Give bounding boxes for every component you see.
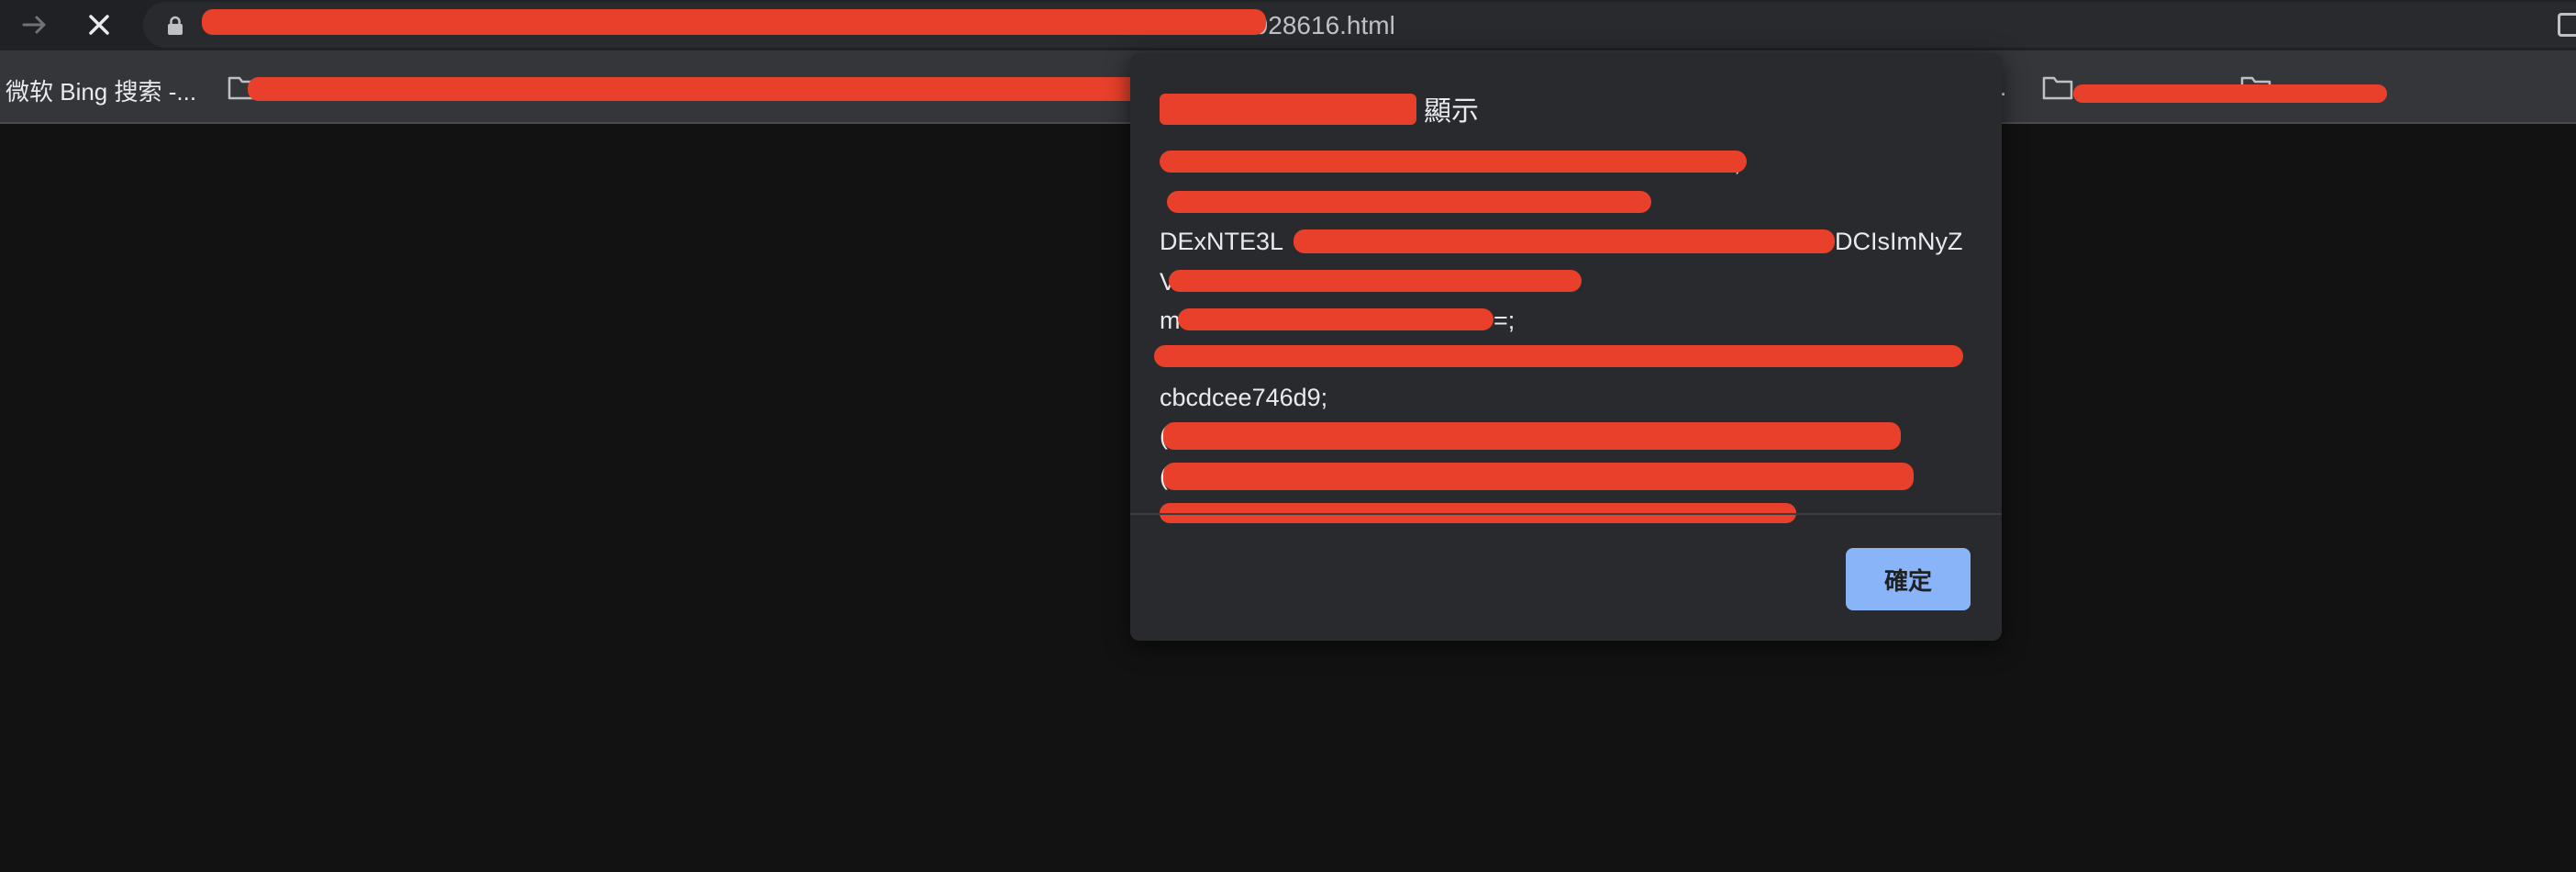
message-redaction	[1178, 308, 1493, 330]
url-redaction	[202, 9, 1266, 35]
dialog-title: 顯示	[1424, 96, 1479, 127]
message-redaction	[1294, 229, 1835, 253]
message-line: DExNTE3L	[1160, 228, 1284, 255]
dialog-divider	[1130, 513, 2002, 515]
stop-loading-icon[interactable]	[83, 8, 116, 41]
message-line: cbcdcee746d9;	[1160, 384, 1328, 411]
extension-icon[interactable]	[2558, 13, 2576, 37]
bookmark-bing[interactable]: 微软 Bing 搜索 -...	[6, 73, 196, 107]
lock-icon[interactable]	[165, 16, 185, 36]
title-redaction	[1160, 94, 1416, 125]
message-redaction	[1160, 151, 1747, 173]
bookmark-folder-redaction	[2073, 84, 2387, 103]
ok-button[interactable]: 確定	[1846, 548, 1971, 610]
folder-icon[interactable]	[2042, 74, 2073, 100]
message-redaction	[1154, 345, 1963, 367]
message-redaction	[1167, 191, 1651, 213]
message-redaction	[1163, 463, 1914, 490]
forward-arrow-icon[interactable]	[18, 8, 51, 41]
message-redaction	[1169, 270, 1582, 292]
message-redaction	[1163, 422, 1901, 450]
message-line: =;	[1493, 307, 1516, 334]
message-line: DCIsImNyZ	[1835, 228, 1963, 255]
